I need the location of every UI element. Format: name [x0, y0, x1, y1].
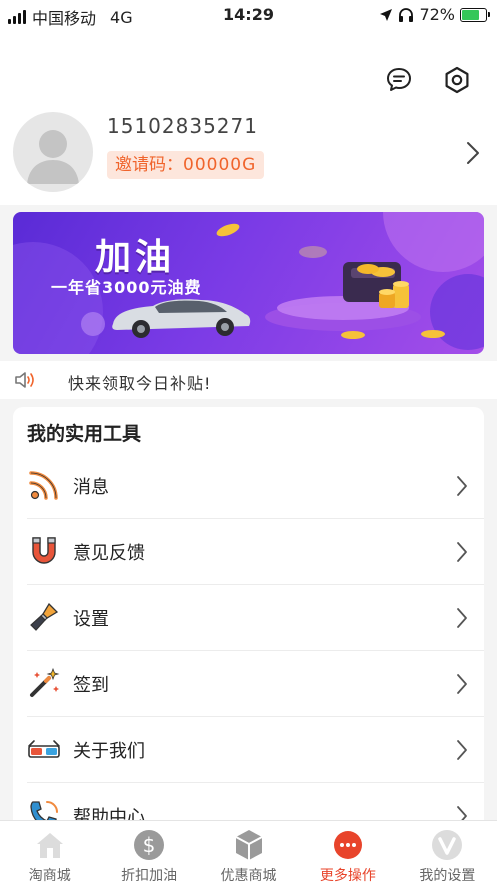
notice-bar[interactable]: 快来领取今日补贴! — [0, 361, 497, 399]
tool-label: 意见反馈 — [73, 543, 145, 564]
banner-title: 加油 — [95, 236, 176, 278]
phone-number: 15102835271 — [107, 114, 258, 138]
fuel-promo-banner[interactable]: 加油 一年省3000元油费 — [13, 212, 484, 354]
message-icon[interactable] — [385, 66, 413, 94]
bottom-tab-bar: 淘商城 $ 折扣加油 优惠商城 更多操作 我的设置 — [0, 820, 497, 883]
chevron-right-icon — [457, 476, 467, 496]
tab-taobao-mall[interactable]: 淘商城 — [0, 821, 99, 883]
invite-code: 00000G — [183, 155, 257, 175]
tab-label: 折扣加油 — [121, 868, 178, 883]
location-arrow-icon — [380, 8, 393, 21]
tools-card: 我的实用工具 消息 意见反馈 设置 签到 关于我们 帮助中心 — [13, 407, 484, 827]
tab-my-settings[interactable]: 我的设置 — [398, 821, 497, 883]
profile-chevron-right-icon[interactable] — [465, 140, 481, 166]
tab-label: 优惠商城 — [220, 868, 277, 883]
box-icon — [235, 830, 262, 860]
invite-label: 邀请码： — [115, 155, 183, 175]
tool-label: 设置 — [73, 609, 109, 630]
invite-code-badge: 邀请码：00000G — [107, 151, 265, 179]
dollar-icon: $ — [134, 830, 165, 860]
headphones-icon — [399, 7, 414, 22]
tab-label: 我的设置 — [419, 868, 476, 883]
banner-subtitle: 一年省3000元油费 — [51, 278, 202, 297]
rss-icon — [29, 470, 59, 500]
tool-row-checkin[interactable]: 签到 — [13, 651, 484, 717]
svg-text:$: $ — [143, 833, 156, 857]
3d-glasses-icon — [28, 740, 60, 758]
battery-icon — [460, 7, 490, 22]
battery-percent: 72% — [419, 5, 455, 24]
tool-label: 签到 — [73, 675, 109, 696]
tools-heading: 我的实用工具 — [27, 423, 142, 445]
tab-label: 更多操作 — [319, 868, 376, 883]
chevron-right-icon — [457, 608, 467, 628]
profile-header: 15102835271 邀请码：00000G — [0, 30, 497, 205]
notice-text: 快来领取今日补贴! — [68, 374, 212, 393]
status-bar: 中国移动 4G 14:29 72% — [0, 0, 497, 30]
chevron-right-icon — [457, 740, 467, 760]
tool-label: 消息 — [73, 477, 109, 498]
magnet-icon — [32, 537, 56, 564]
chevron-right-icon — [457, 674, 467, 694]
tab-label: 淘商城 — [28, 868, 71, 883]
settings-hex-icon[interactable] — [443, 66, 471, 94]
tool-row-about[interactable]: 关于我们 — [13, 717, 484, 783]
speaker-icon — [15, 372, 34, 388]
tool-row-messages[interactable]: 消息 — [13, 453, 484, 519]
tool-row-feedback[interactable]: 意见反馈 — [13, 519, 484, 585]
tool-row-settings[interactable]: 设置 — [13, 585, 484, 651]
tab-more-actions[interactable]: 更多操作 — [298, 821, 397, 883]
profile-v-icon — [432, 830, 463, 860]
paintbrush-icon — [30, 602, 59, 631]
more-icon — [333, 831, 362, 859]
avatar[interactable] — [13, 112, 93, 192]
tool-label: 关于我们 — [73, 741, 145, 762]
home-icon — [36, 833, 63, 858]
chevron-right-icon — [457, 542, 467, 562]
tab-discount-mall[interactable]: 优惠商城 — [199, 821, 298, 883]
tab-discount-fuel[interactable]: $ 折扣加油 — [99, 821, 198, 883]
magic-wand-icon — [30, 667, 60, 697]
